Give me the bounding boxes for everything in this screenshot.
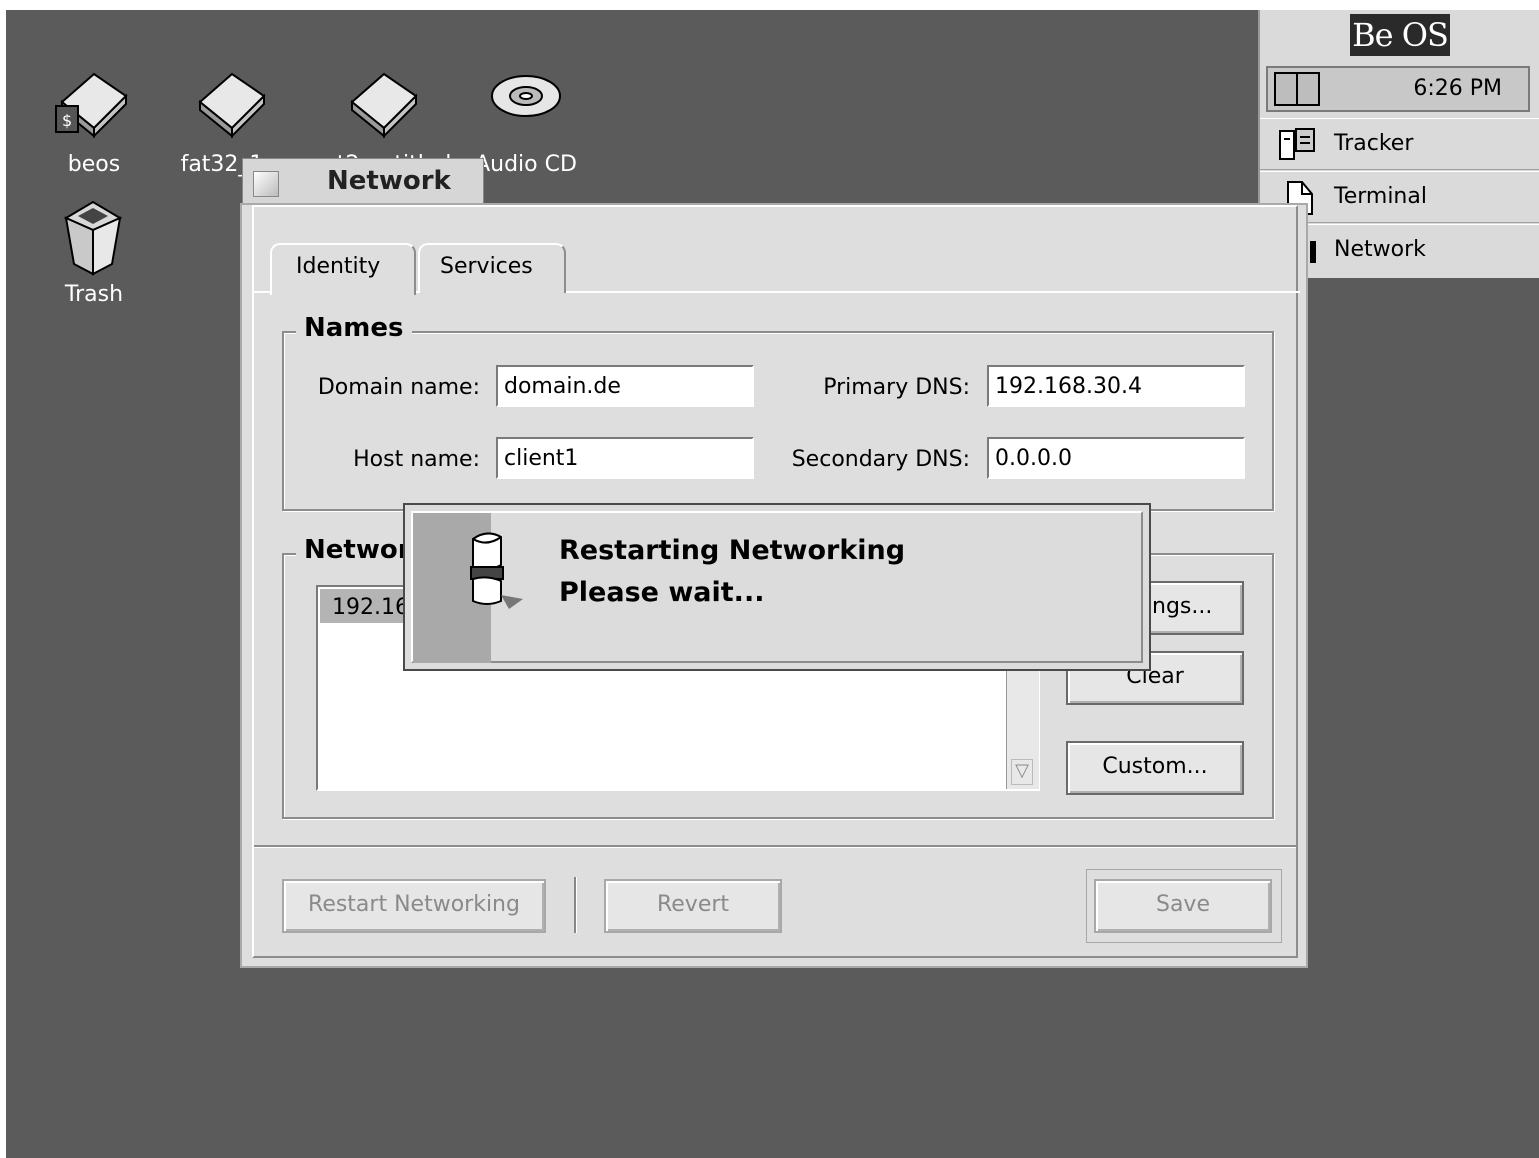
clock[interactable]: 6:26 PM [1413, 76, 1502, 101]
secondary-dns-label: Secondary DNS: [791, 447, 970, 472]
domain-name-label: Domain name: [317, 375, 480, 400]
cd-icon [491, 75, 561, 117]
host-name-label: Host name: [353, 447, 480, 472]
deskbar-status-area: 6:26 PM [1266, 66, 1530, 112]
desktop-icon-trash[interactable]: Trash [34, 166, 154, 316]
restarting-alert: Restarting Networking Please wait... [403, 503, 1151, 671]
names-group-title: Names [296, 313, 412, 343]
desktop-icon-audio-cd[interactable]: Audio CD [466, 22, 586, 182]
primary-dns-field[interactable] [987, 365, 1245, 407]
window-title-tab[interactable]: Network [242, 158, 484, 206]
trash-icon [63, 200, 123, 276]
network-icon [470, 532, 523, 609]
desktop-icon-label: Trash [64, 282, 124, 307]
hard-disk-icon [198, 72, 266, 139]
be-menu-button[interactable]: Be OS [1350, 14, 1450, 56]
tab-label: Services [440, 254, 533, 279]
hard-disk-icon [350, 72, 418, 139]
close-icon[interactable] [253, 171, 279, 197]
hard-disk-boot-icon: $ [55, 72, 128, 139]
names-group [282, 331, 1274, 511]
window-title: Network [327, 166, 451, 196]
deskbar-item-label: Terminal [1334, 184, 1427, 209]
deskbar-item-label: Tracker [1334, 131, 1414, 156]
network-group-title: Networ [296, 535, 419, 565]
tab-services[interactable]: Services [418, 243, 566, 293]
revert-button[interactable]: Revert [604, 879, 782, 933]
desktop-icon-label: Audio CD [475, 152, 577, 177]
alert-message-line1: Restarting Networking [559, 535, 906, 566]
restart-networking-button[interactable]: Restart Networking [282, 879, 546, 933]
tracker-icon [1279, 128, 1315, 160]
domain-name-field[interactable] [496, 365, 754, 407]
secondary-dns-field[interactable] [987, 437, 1245, 479]
alert-message-line2: Please wait... [559, 577, 765, 608]
footer-divider [254, 845, 1296, 847]
save-button[interactable]: Save [1094, 879, 1272, 933]
scroll-down-icon[interactable]: ▽ [1011, 759, 1033, 785]
tab-label: Identity [296, 254, 381, 279]
workspace-icon[interactable] [1274, 72, 1320, 106]
deskbar-item-tracker[interactable]: Tracker [1260, 118, 1539, 170]
svg-text:$: $ [62, 111, 72, 130]
custom-button[interactable]: Custom... [1066, 741, 1244, 795]
settings-button-label: ngs... [1152, 594, 1213, 619]
deskbar-item-label: Network [1334, 237, 1426, 262]
tab-identity[interactable]: Identity [270, 243, 416, 295]
host-name-field[interactable] [496, 437, 754, 479]
button-separator [574, 877, 576, 933]
primary-dns-label: Primary DNS: [823, 375, 970, 400]
desktop-icon-beos[interactable]: $ beos [34, 22, 154, 182]
